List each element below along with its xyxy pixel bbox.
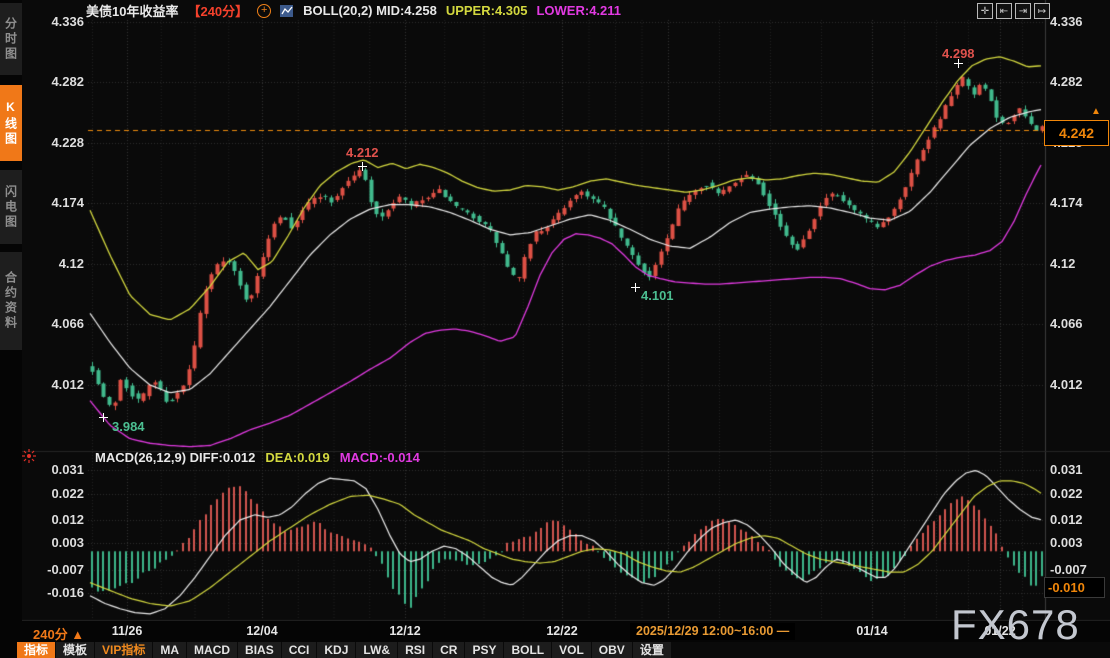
mini-chart-icon[interactable]: [280, 4, 294, 18]
x-axis-label: 12/12: [377, 624, 433, 638]
price-alert-icon[interactable]: ▲: [1091, 106, 1101, 117]
macd-axis-label: 0.003: [32, 535, 84, 550]
x-axis-label: 11/26: [99, 624, 155, 638]
date-highlight-badge: 2025/12/29 12:00~16:00 —: [630, 623, 795, 640]
x-axis-row: 240分 ▲ 11/2612/0412/1212/2201/1401/22 20…: [0, 621, 1110, 642]
macd-axis-label: -0.016: [32, 585, 84, 600]
toolbar-button-template[interactable]: 模板: [56, 642, 94, 658]
sidebar-tab-label: 分时图: [3, 17, 20, 62]
macd-dea-legend: DEA:0.019: [265, 450, 329, 465]
zoom-in-icon[interactable]: ⇥: [1015, 3, 1031, 19]
sidebar-tab-label: 闪电图: [3, 185, 20, 230]
crosshair-marker: [358, 162, 367, 171]
indicator-settings-icon[interactable]: [22, 449, 36, 463]
price-axis-label: 4.12: [32, 256, 84, 271]
chart-nav-buttons: ✛⇤⇥↦: [977, 3, 1050, 19]
toolbar-button-cci[interactable]: CCI: [282, 642, 317, 658]
price-axis-label: 4.012: [32, 377, 84, 392]
macd-axis-label: 0.031: [1050, 462, 1108, 477]
crosshair-marker: [99, 413, 108, 422]
price-annotation-high-mid: 4.212: [346, 145, 379, 160]
chart-canvas[interactable]: [0, 0, 1110, 658]
price-axis-label: 4.12: [1050, 256, 1108, 271]
toolbar-button-macd[interactable]: MACD: [187, 642, 237, 658]
toolbar-button-boll[interactable]: BOLL: [504, 642, 551, 658]
price-axis-label: 4.282: [1050, 74, 1108, 89]
watermark: FX678: [951, 601, 1080, 649]
sidebar-tab-lightning[interactable]: 闪电图: [0, 170, 22, 244]
price-axis-label: 4.336: [1050, 14, 1108, 29]
price-annotation-low-left: 3.984: [112, 419, 145, 434]
crosshair-marker: [954, 59, 963, 68]
macd-legend: MACD(26,12,9) DIFF:0.012 DEA:0.019 MACD:…: [95, 450, 420, 465]
toolbar-button-settings[interactable]: 设置: [633, 642, 671, 658]
chart-header: 美债10年收益率 【240分】 + BOLL(20,2) MID:4.258 U…: [86, 2, 621, 19]
macd-axis-label: 0.022: [1050, 486, 1108, 501]
price-axis-label: 4.336: [32, 14, 84, 29]
add-alert-icon[interactable]: +: [257, 4, 271, 18]
boll-legend: BOLL(20,2) MID:4.258: [303, 3, 437, 18]
price-axis-label: 4.174: [1050, 195, 1108, 210]
price-axis-label: 4.174: [32, 195, 84, 210]
macd-axis-label: -0.007: [1050, 562, 1108, 577]
period-badge[interactable]: 【240分】: [187, 1, 248, 20]
trading-app: 分时图 K线图闪电图合约资料 美债10年收益率 【240分】 + BOLL(20,…: [0, 0, 1110, 658]
price-axis-label: 4.012: [1050, 377, 1108, 392]
current-macd-tag: -0.010: [1044, 577, 1105, 598]
toolbar-button-obv[interactable]: OBV: [592, 642, 632, 658]
pan-right-icon[interactable]: ↦: [1034, 3, 1050, 19]
price-axis-label: 4.282: [32, 74, 84, 89]
x-axis-label: 01/14: [844, 624, 900, 638]
current-price-tag: 4.242: [1044, 120, 1109, 146]
x-axis-label: 12/22: [534, 624, 590, 638]
macd-axis-label: 0.012: [32, 512, 84, 527]
price-axis-label: 4.066: [1050, 316, 1108, 331]
indicator-toolbar: 指标模板VIP指标MAMACDBIASCCIKDJLW&RSICRPSYBOLL…: [17, 642, 671, 658]
boll-upper-legend: UPPER:4.305: [446, 3, 528, 18]
price-axis-label: 4.228: [32, 135, 84, 150]
boll-lower-legend: LOWER:4.211: [536, 3, 621, 18]
toolbar-button-indicator[interactable]: 指标: [17, 642, 55, 658]
macd-axis-label: -0.007: [32, 562, 84, 577]
sidebar: 分时图 K线图闪电图合约资料: [0, 0, 22, 658]
toolbar-button-rsi[interactable]: RSI: [398, 642, 432, 658]
toolbar-button-ma[interactable]: MA: [153, 642, 186, 658]
macd-axis-label: 0.012: [1050, 512, 1108, 527]
sidebar-tab-contract-info[interactable]: 合约资料: [0, 252, 22, 350]
price-axis-label: 4.066: [32, 316, 84, 331]
macd-axis-label: 0.003: [1050, 535, 1108, 550]
toolbar-button-vol[interactable]: VOL: [552, 642, 591, 658]
macd-axis-label: 0.022: [32, 486, 84, 501]
sidebar-tab-kline[interactable]: K线图: [0, 85, 22, 161]
price-annotation-low-mid: 4.101: [641, 288, 674, 303]
macd-value-legend: MACD:-0.014: [340, 450, 420, 465]
page-title: 美债10年收益率: [86, 1, 178, 20]
toolbar-button-kdj[interactable]: KDJ: [317, 642, 355, 658]
zoom-out-icon[interactable]: ⇤: [996, 3, 1012, 19]
macd-axis-label: 0.031: [32, 462, 84, 477]
sidebar-tab-label: 合约资料: [3, 271, 20, 331]
crosshair-icon[interactable]: ✛: [977, 3, 993, 19]
toolbar-button-lwr[interactable]: LW&: [356, 642, 397, 658]
sidebar-tab-time-share[interactable]: 分时图: [0, 3, 22, 75]
toolbar-button-bias[interactable]: BIAS: [238, 642, 281, 658]
period-footer-button[interactable]: 240分 ▲: [33, 624, 84, 643]
toolbar-button-vip-indicator[interactable]: VIP指标: [95, 642, 152, 658]
crosshair-marker: [631, 283, 640, 292]
macd-diff-legend: MACD(26,12,9) DIFF:0.012: [95, 450, 255, 465]
x-axis-label: 12/04: [234, 624, 290, 638]
toolbar-button-cr[interactable]: CR: [433, 642, 464, 658]
toolbar-button-psy[interactable]: PSY: [465, 642, 503, 658]
sidebar-tab-label: K线图: [3, 100, 20, 147]
